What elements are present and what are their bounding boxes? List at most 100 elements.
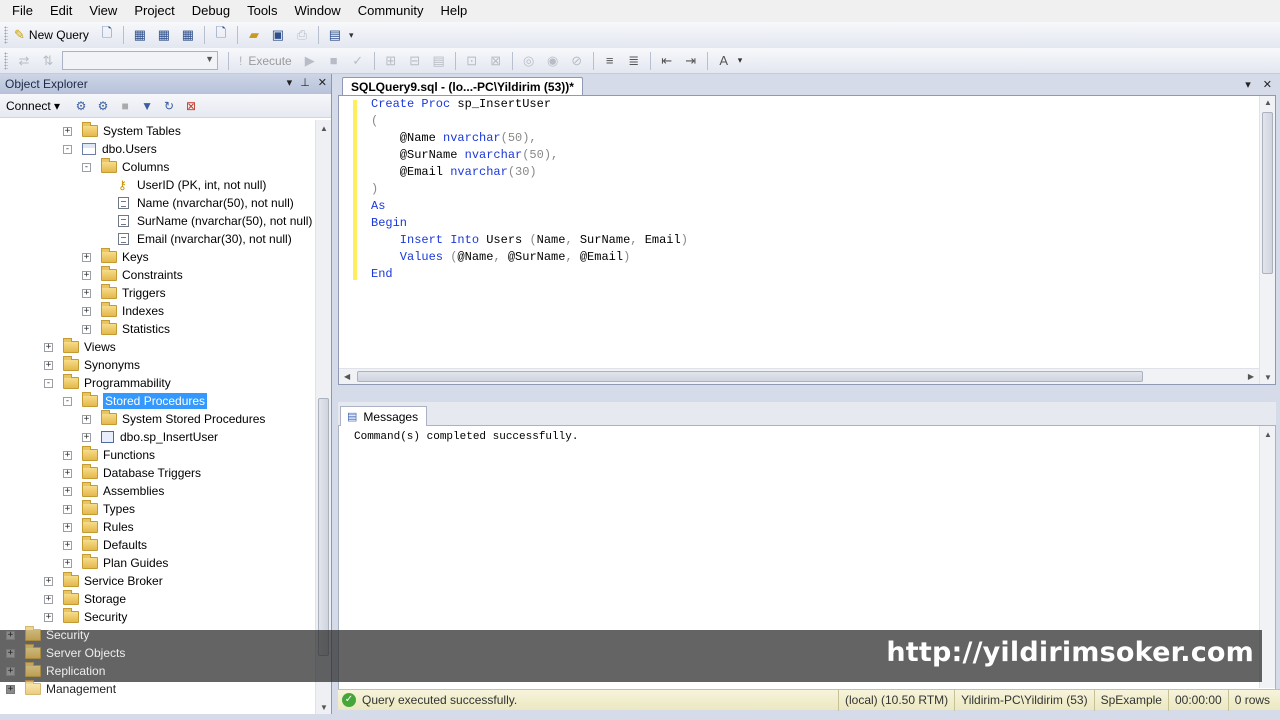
collapse-icon[interactable]: - — [63, 144, 72, 154]
toolbar-grip[interactable] — [4, 26, 8, 44]
tree-node[interactable]: + Constraints — [82, 266, 183, 284]
window-position-icon[interactable]: ▾ — [287, 76, 293, 89]
pin-icon[interactable]: ⊥ — [300, 76, 310, 89]
tree-node[interactable]: + Functions — [63, 446, 155, 464]
summary-icon[interactable]: ⊠ — [182, 97, 200, 115]
comment-icon[interactable]: ⇤ — [656, 51, 678, 71]
new-file-icon[interactable]: 🗋 — [96, 25, 118, 45]
tree-node[interactable]: + Indexes — [82, 302, 164, 320]
tree-node[interactable]: + dbo.sp_InsertUser — [82, 428, 218, 446]
tree-node[interactable]: + Assemblies — [63, 482, 164, 500]
cancel-query-icon[interactable]: ■ — [323, 51, 345, 71]
menu-edit[interactable]: Edit — [42, 0, 81, 22]
menu-tools[interactable]: Tools — [239, 0, 286, 22]
parse-icon[interactable]: ✓ — [347, 51, 369, 71]
xmla-query-icon[interactable]: ▦ — [177, 25, 199, 45]
expand-icon[interactable]: + — [82, 288, 91, 298]
menu-file[interactable]: File — [0, 0, 42, 22]
menu-project[interactable]: Project — [126, 0, 183, 22]
disconnect-icon[interactable]: ⚙ — [94, 97, 112, 115]
expand-icon[interactable]: + — [44, 342, 53, 352]
open-folder-icon[interactable]: ▰ — [243, 25, 265, 45]
tree-node[interactable]: SurName (nvarchar(50), not null) — [118, 212, 312, 230]
tree-node[interactable]: + Server Objects — [6, 644, 125, 662]
include-plan-icon[interactable]: ◎ — [518, 51, 540, 71]
results-to-file-icon[interactable]: ≣ — [623, 51, 645, 71]
tree-node[interactable]: + Security — [6, 626, 89, 644]
close-tab-icon[interactable]: ✕ — [1263, 78, 1272, 91]
scroll-right-icon[interactable]: ▶ — [1248, 372, 1254, 381]
tree-node[interactable]: - Columns — [82, 158, 169, 176]
display-plan-icon[interactable]: ⊞ — [380, 51, 402, 71]
tree-node[interactable]: + Synonyms — [44, 356, 140, 374]
tree-node[interactable]: + Service Broker — [44, 572, 163, 590]
uncomment-icon[interactable]: ⇥ — [680, 51, 702, 71]
tree-node[interactable]: + Types — [63, 500, 135, 518]
tree-node[interactable]: + Database Triggers — [63, 464, 201, 482]
database-engine-query-icon[interactable]: ▦ — [129, 25, 151, 45]
scrollbar-thumb[interactable] — [318, 398, 329, 656]
new-query-button[interactable]: ✎ New Query — [12, 25, 95, 45]
tree-node[interactable]: - dbo.Users — [63, 140, 157, 158]
change-connection-icon[interactable]: ⇅ — [37, 51, 59, 71]
debug-icon[interactable]: ▶ — [299, 51, 321, 71]
save-icon[interactable]: ▣ — [267, 25, 289, 45]
connect-server-icon[interactable]: ⚙ — [72, 97, 90, 115]
editor-horizontal-scrollbar[interactable]: ◀ ▶ — [339, 368, 1259, 384]
tree-node[interactable]: - Stored Procedures — [63, 392, 208, 410]
new-project-icon[interactable]: 🗋 — [210, 25, 232, 45]
tab-list-icon[interactable]: ▾ — [1245, 78, 1251, 91]
query-options-icon[interactable]: ⊟ — [404, 51, 426, 71]
tree-node[interactable]: + Security — [44, 608, 127, 626]
indent-icon[interactable]: A — [713, 51, 735, 71]
menu-debug[interactable]: Debug — [184, 0, 239, 22]
scroll-down-icon[interactable]: ▼ — [320, 703, 328, 712]
scroll-left-icon[interactable]: ◀ — [344, 372, 350, 381]
tree-node[interactable]: - Programmability — [44, 374, 171, 392]
scroll-down-icon[interactable]: ▼ — [1264, 373, 1272, 382]
toolbar-overflow-icon[interactable]: ▾ — [738, 55, 743, 66]
expand-icon[interactable]: + — [63, 450, 72, 460]
tree-node[interactable]: Name (nvarchar(50), not null) — [118, 194, 294, 212]
expand-icon[interactable]: + — [82, 414, 91, 424]
toolbar-grip[interactable] — [4, 51, 8, 70]
tree-node[interactable]: + System Tables — [63, 122, 181, 140]
tree-node[interactable]: ⚷ UserID (PK, int, not null) — [118, 176, 266, 194]
expand-icon[interactable]: + — [63, 504, 72, 514]
execute-button[interactable]: ! Execute — [239, 54, 292, 68]
expand-icon[interactable]: + — [82, 270, 91, 280]
tab-messages[interactable]: ▤ Messages — [340, 406, 428, 427]
design-query-icon[interactable]: ⊡ — [461, 51, 483, 71]
print-icon[interactable]: ⎙ — [291, 25, 313, 45]
tree-node[interactable]: + Statistics — [82, 320, 170, 338]
tree-node[interactable]: + Views — [44, 338, 116, 356]
database-selector[interactable]: ▼ — [62, 51, 218, 70]
scroll-up-icon[interactable]: ▲ — [320, 124, 328, 133]
menu-help[interactable]: Help — [432, 0, 476, 22]
scroll-up-icon[interactable]: ▲ — [1264, 98, 1272, 107]
tree-node[interactable]: + Triggers — [82, 284, 166, 302]
tree-node[interactable]: + Replication — [6, 662, 105, 680]
refresh-icon[interactable]: ↻ — [160, 97, 178, 115]
expand-icon[interactable]: + — [63, 558, 72, 568]
expand-icon[interactable]: + — [63, 126, 72, 136]
object-explorer-scrollbar[interactable]: ▲ ▼ — [315, 120, 331, 714]
specify-values-icon[interactable]: ⊠ — [485, 51, 507, 71]
tree-node[interactable]: Email (nvarchar(30), not null) — [118, 230, 292, 248]
tree-node[interactable]: + Storage — [44, 590, 126, 608]
close-icon[interactable]: ✕ — [318, 76, 327, 89]
collapse-icon[interactable]: - — [63, 396, 72, 406]
client-statistics-icon[interactable]: ◉ — [542, 51, 564, 71]
activity-monitor-icon[interactable]: ▤ — [324, 25, 346, 45]
menu-view[interactable]: View — [81, 0, 126, 22]
scrollbar-thumb[interactable] — [1262, 112, 1273, 274]
results-to-grid-icon[interactable]: ≡ — [599, 51, 621, 71]
tree-node[interactable]: + System Stored Procedures — [82, 410, 265, 428]
expand-icon[interactable]: + — [44, 576, 53, 586]
tab-sqlquery9[interactable]: SQLQuery9.sql - (lo...-PC\Yildirim (53))… — [342, 77, 583, 95]
filter-icon[interactable]: ▼ — [138, 97, 156, 115]
menu-window[interactable]: Window — [286, 0, 349, 22]
expand-icon[interactable]: + — [82, 432, 91, 442]
scrollbar-thumb[interactable] — [357, 371, 1143, 382]
connect-dropdown[interactable]: Connect ▾ — [6, 99, 60, 113]
